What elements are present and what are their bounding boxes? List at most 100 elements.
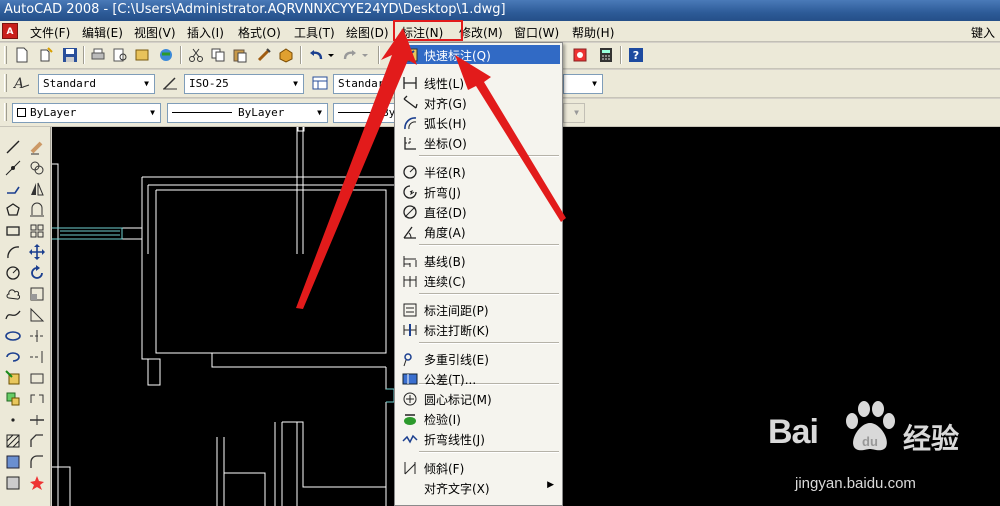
dimension-menu-item[interactable]: 对齐文字(X) ▶ — [397, 478, 560, 497]
copy-icon[interactable] — [208, 46, 228, 64]
undo-dropdown-icon[interactable] — [326, 46, 336, 64]
menu-format[interactable]: 格式(O) — [238, 24, 281, 41]
menu-modify[interactable]: 修改(M) — [459, 24, 503, 41]
menu-insert[interactable]: 插入(I) — [187, 24, 224, 41]
dimension-menu-item[interactable]: 基线(B) — [397, 251, 560, 270]
menu-edit[interactable]: 编辑(E) — [82, 24, 123, 41]
tolerance-icon — [401, 370, 418, 387]
toolbar-grip[interactable] — [4, 103, 7, 121]
dimension-menu-item[interactable]: 多重引线(E) — [397, 349, 560, 368]
dimension-menu-item[interactable]: 线性(L) — [397, 73, 560, 92]
help-icon[interactable]: ? — [626, 46, 646, 64]
publish-web-icon[interactable] — [156, 46, 176, 64]
explode-icon[interactable] — [27, 473, 47, 492]
cut-icon[interactable] — [186, 46, 206, 64]
offset-icon[interactable] — [27, 200, 47, 219]
new-icon[interactable] — [12, 46, 32, 64]
dimension-menu-item[interactable]: 连续(C) — [397, 271, 560, 290]
match-properties-icon[interactable] — [254, 46, 274, 64]
hatch-icon[interactable] — [3, 431, 23, 450]
dimension-menu-item[interactable]: 直径(D) — [397, 202, 560, 221]
break-icon[interactable] — [27, 389, 47, 408]
multileader-style-select[interactable]: ▼ — [563, 74, 603, 94]
erase-icon[interactable] — [27, 137, 47, 156]
dimension-menu-item[interactable]: 弧长(H) — [397, 113, 560, 132]
redo-icon[interactable] — [340, 46, 360, 64]
rectangle-icon[interactable] — [3, 221, 23, 240]
undo-icon[interactable] — [306, 46, 326, 64]
insert-block-icon[interactable] — [3, 368, 23, 387]
paste-icon[interactable] — [230, 46, 250, 64]
join-icon[interactable] — [27, 410, 47, 429]
lineweight-control-select[interactable]: ByLayer — [333, 103, 395, 123]
text-style-select[interactable]: Standard ▼ — [38, 74, 155, 94]
menu-view[interactable]: 视图(V) — [134, 24, 176, 41]
break-at-point-icon[interactable] — [27, 368, 47, 387]
publish-icon[interactable] — [132, 46, 152, 64]
linetype-control-value: ByLayer — [238, 106, 285, 119]
dimension-menu-item[interactable]: 折弯(J) — [397, 182, 560, 201]
arc-icon[interactable] — [3, 242, 23, 261]
polyline-icon[interactable] — [3, 179, 23, 198]
copy-object-icon[interactable] — [27, 158, 47, 177]
revision-cloud-icon[interactable] — [3, 284, 23, 303]
menu-file[interactable]: 文件(F) — [30, 24, 70, 41]
dimension-menu-item[interactable]: 检验(I) — [397, 409, 560, 428]
table-style-select[interactable]: Standard — [333, 74, 395, 94]
polygon-icon[interactable] — [3, 200, 23, 219]
dimension-menu-item[interactable]: 对齐(G) — [397, 93, 560, 112]
dimension-menu-item[interactable]: 标注间距(P) — [397, 300, 560, 319]
dimension-menu-item[interactable]: 快速标注(Q) — [397, 45, 560, 64]
line-icon[interactable] — [3, 137, 23, 156]
ellipse-icon[interactable] — [3, 326, 23, 345]
dimension-menu-item[interactable]: 倾斜(F) — [397, 458, 560, 477]
qnew-icon[interactable] — [36, 46, 56, 64]
calculator-icon[interactable] — [596, 46, 616, 64]
ellipse-arc-icon[interactable] — [3, 347, 23, 366]
markup-set-icon[interactable] — [570, 46, 590, 64]
construction-line-icon[interactable] — [3, 158, 23, 177]
circle-icon[interactable] — [3, 263, 23, 282]
gradient-icon[interactable] — [3, 452, 23, 471]
dimension-style-value: ISO-25 — [189, 77, 229, 90]
menu-window[interactable]: 窗口(W) — [514, 24, 559, 41]
menu-help[interactable]: 帮助(H) — [572, 24, 614, 41]
dimension-menu-item[interactable]: 圆心标记(M) — [397, 389, 560, 408]
rotate-icon[interactable] — [27, 263, 47, 282]
toolbar-grip[interactable] — [4, 46, 7, 64]
chamfer-icon[interactable] — [27, 431, 47, 450]
save-icon[interactable] — [60, 46, 80, 64]
region-icon[interactable] — [3, 473, 23, 492]
print-icon[interactable] — [88, 46, 108, 64]
menu-draw[interactable]: 绘图(D) — [346, 24, 389, 41]
array-icon[interactable] — [27, 221, 47, 240]
dimension-menu-item[interactable]: 坐标(O) — [397, 133, 560, 152]
dimension-menu-item[interactable]: 折弯线性(J) — [397, 429, 560, 448]
redo-dropdown-icon[interactable] — [360, 46, 370, 64]
toolbar-grip[interactable] — [4, 74, 7, 92]
scale-icon[interactable] — [27, 284, 47, 303]
extend-icon[interactable] — [27, 347, 47, 366]
dimension-menu-item[interactable]: 半径(R) — [397, 162, 560, 181]
mirror-icon[interactable] — [27, 179, 47, 198]
plot-preview-icon[interactable] — [110, 46, 130, 64]
dimension-menu-item[interactable]: 角度(A) — [397, 222, 560, 241]
menu-tools[interactable]: 工具(T) — [294, 24, 335, 41]
dimension-menu-item[interactable]: 标注打断(K) — [397, 320, 560, 339]
point-icon[interactable] — [3, 410, 23, 429]
fillet-icon[interactable] — [27, 452, 47, 471]
stretch-icon[interactable] — [27, 305, 47, 324]
make-block-icon[interactable] — [3, 389, 23, 408]
app-icon[interactable]: A — [2, 23, 18, 39]
spline-icon[interactable] — [3, 305, 23, 324]
dimension-style-select[interactable]: ISO-25 ▼ — [184, 74, 304, 94]
color-control-select[interactable]: ByLayer ▼ — [12, 103, 161, 123]
move-icon[interactable] — [27, 242, 47, 261]
text-style-icon[interactable]: A — [12, 74, 32, 92]
trim-icon[interactable] — [27, 326, 47, 345]
dimension-style-icon[interactable] — [160, 74, 180, 92]
block-editor-icon[interactable] — [276, 46, 296, 64]
dimension-menu-item[interactable]: 公差(T)... — [397, 369, 560, 388]
table-style-icon[interactable] — [310, 74, 330, 92]
linetype-control-select[interactable]: ByLayer ▼ — [167, 103, 328, 123]
